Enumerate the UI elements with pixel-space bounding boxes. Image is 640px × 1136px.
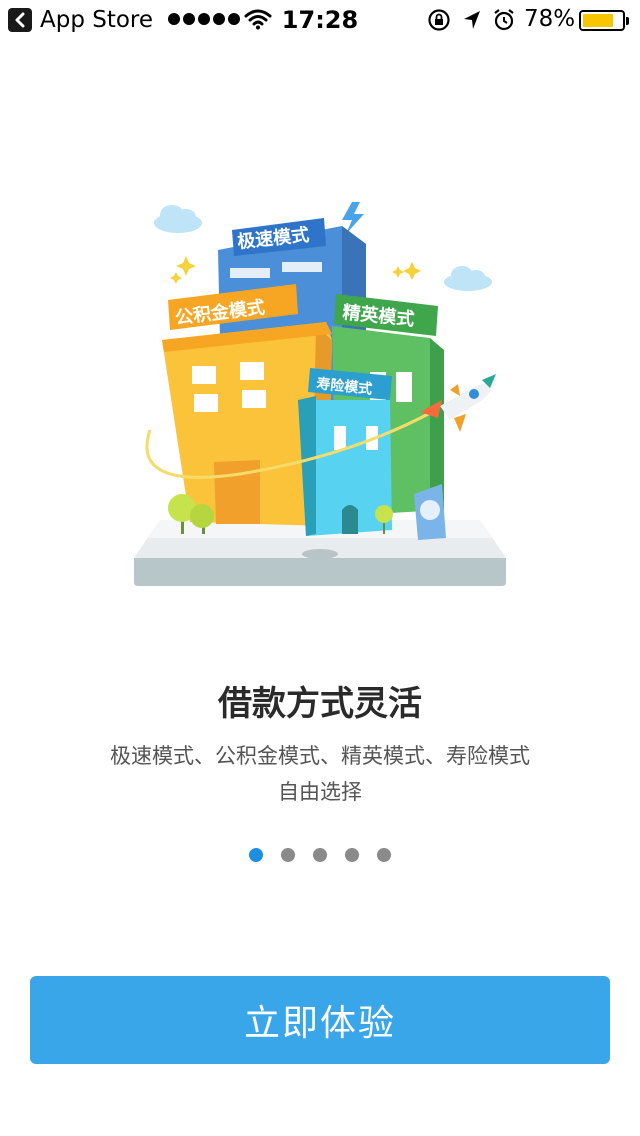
battery-icon [579, 10, 629, 31]
subtitle-line-2: 自由选择 [278, 780, 362, 804]
try-now-button[interactable]: 立即体验 [30, 976, 610, 1064]
onboarding-subtitle: 极速模式、公积金模式、精英模式、寿险模式 自由选择 [0, 738, 640, 810]
location-arrow-icon [462, 9, 482, 35]
alarm-clock-icon [492, 8, 516, 36]
page-indicator [0, 848, 640, 862]
page-dot-4[interactable] [345, 848, 359, 862]
page-dot-5[interactable] [377, 848, 391, 862]
page-dot-2[interactable] [281, 848, 295, 862]
rotation-lock-icon [427, 8, 451, 36]
subtitle-line-1: 极速模式、公积金模式、精英模式、寿险模式 [110, 744, 530, 768]
page-dot-1[interactable] [249, 848, 263, 862]
status-bar: App Store 17:28 78% [0, 0, 640, 40]
cloud-icon [154, 205, 202, 233]
loan-modes-illustration: 极速模式 精英模式 公积金模式 寿险模式 [120, 190, 520, 600]
battery-percentage: 78% [524, 6, 576, 32]
page-dot-3[interactable] [313, 848, 327, 862]
cloud-icon [444, 266, 492, 291]
battery-level-fill [583, 14, 613, 27]
onboarding-headline: 借款方式灵活 [218, 684, 422, 724]
